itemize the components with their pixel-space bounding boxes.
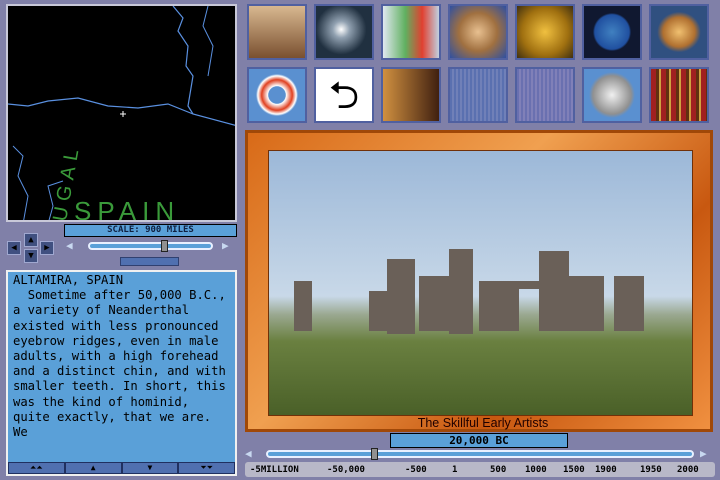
line-down-button[interactable]: ▼ — [121, 462, 179, 474]
stones-illustration — [294, 249, 644, 334]
picture-frame: The Skillful Early Artists — [245, 130, 713, 432]
tick-label: 2000 — [677, 465, 699, 475]
timeline-back-arrow[interactable]: ◀ — [245, 447, 252, 460]
tick-label: 1 — [452, 465, 458, 475]
article-text[interactable]: ALTAMIRA, SPAIN Sometime after 50,000 B.… — [6, 270, 237, 476]
disabled-tile-icon[interactable] — [448, 67, 508, 123]
globe-icon[interactable] — [582, 4, 642, 60]
tick-label: -5MILLION — [250, 465, 299, 475]
fetus-icon[interactable] — [448, 4, 508, 60]
chess-icon[interactable] — [381, 67, 441, 123]
zoom-out-arrow[interactable]: ◀ — [66, 239, 73, 252]
coastline-map — [8, 6, 235, 220]
zoom-in-arrow[interactable]: ▶ — [222, 239, 229, 252]
page-up-button[interactable]: ⏶⏶ — [8, 462, 65, 474]
books-icon[interactable] — [649, 67, 709, 123]
gears-icon[interactable] — [515, 4, 575, 60]
map-view[interactable]: UGAL SPAIN — [6, 4, 237, 222]
lab-flasks-icon[interactable] — [381, 4, 441, 60]
tick-label: 1500 — [563, 465, 585, 475]
map-zoom-thumb[interactable] — [161, 240, 168, 252]
tick-label: 1900 — [595, 465, 617, 475]
timeline-thumb[interactable] — [370, 448, 378, 460]
pan-down-button[interactable]: ▼ — [24, 249, 38, 263]
printer-icon[interactable] — [582, 67, 642, 123]
abacus-icon[interactable] — [247, 4, 307, 60]
map-center-button[interactable] — [120, 257, 179, 266]
timeline-forward-arrow[interactable]: ▶ — [700, 447, 707, 460]
pan-right-button[interactable]: ▶ — [40, 241, 54, 255]
tick-label: 1950 — [640, 465, 662, 475]
pan-left-button[interactable]: ◀ — [7, 241, 21, 255]
article-title: ALTAMIRA, SPAIN — [13, 273, 124, 287]
picture-caption: The Skillful Early Artists — [417, 416, 549, 430]
tick-label: -50,000 — [327, 465, 365, 475]
pan-up-button[interactable]: ▲ — [24, 233, 38, 247]
map-label-spain: SPAIN — [74, 196, 181, 222]
prism-icon[interactable] — [314, 4, 374, 60]
tick-label: -500 — [405, 465, 427, 475]
article-body: Sometime after 50,000 B.C., a variety of… — [13, 288, 234, 440]
disabled-tile-icon[interactable] — [515, 67, 575, 123]
saturn-icon[interactable] — [649, 4, 709, 60]
line-up-button[interactable]: ▲ — [64, 462, 122, 474]
tick-label: 500 — [490, 465, 507, 475]
tick-label: 1000 — [525, 465, 547, 475]
text-scroll-buttons: ⏶⏶ ▲ ▼ ⏷⏷ — [8, 462, 235, 474]
timeline-date: 20,000 BC — [390, 433, 568, 448]
map-scale: SCALE: 900 MILES — [64, 224, 237, 237]
timeline-slider[interactable] — [266, 450, 694, 458]
back-u-turn-icon[interactable]: ⮌ — [314, 67, 374, 123]
map-zoom-slider[interactable] — [88, 242, 213, 250]
life-ring-icon[interactable] — [247, 67, 307, 123]
timeline-ruler: -5MILLION -50,000 -500 1 500 1000 1500 1… — [245, 462, 715, 477]
page-down-button[interactable]: ⏷⏷ — [178, 462, 235, 474]
stonehenge-photo[interactable] — [268, 150, 693, 416]
